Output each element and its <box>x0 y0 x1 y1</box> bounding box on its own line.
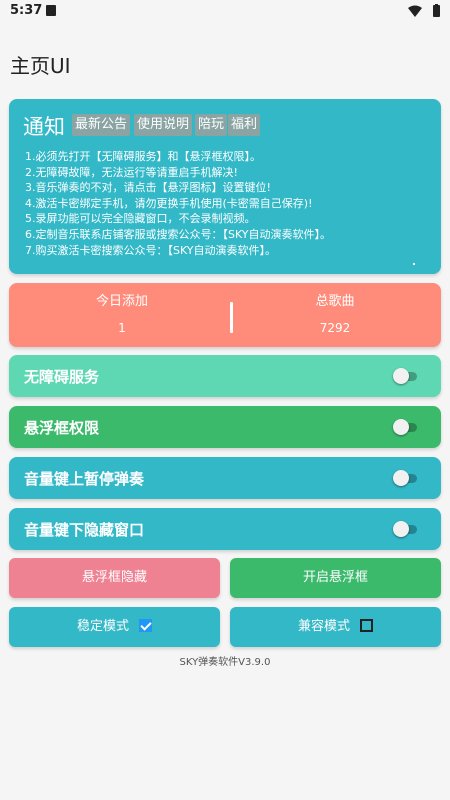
volume-up-pause-row[interactable]: 音量键上暂停弹奏 <box>9 457 441 499</box>
volume-up-pause-label: 音量键上暂停弹奏 <box>24 470 145 488</box>
notice-line: 2.无障碍故障，无法运行等请重启手机解决! <box>25 165 238 179</box>
open-float-button[interactable]: 开启悬浮框 <box>230 558 441 598</box>
today-added-value: 1 <box>118 321 126 335</box>
notice-card: 通知 最新公告 使用说明 陪玩 福利 1.必须先打开【无障碍服务】和【悬浮框权限… <box>9 99 441 274</box>
float-permission-label: 悬浮框权限 <box>24 419 100 437</box>
total-songs-label: 总歌曲 <box>315 294 355 309</box>
notice-title: 通知 <box>23 115 65 139</box>
tag-play-companion[interactable]: 陪玩 <box>195 114 228 136</box>
today-added-label: 今日添加 <box>95 294 148 309</box>
version-footer: SKY弹奏软件V3.9.0 <box>179 657 271 668</box>
total-songs-value: 7292 <box>319 321 351 335</box>
notice-line: 4.激活卡密绑定手机，请勿更换手机使用(卡密需自己保存)! <box>25 196 313 210</box>
hide-float-button[interactable]: 悬浮框隐藏 <box>9 558 220 598</box>
wifi-icon <box>408 5 422 17</box>
notice-lines: 1.必须先打开【无障碍服务】和【悬浮框权限】。 2.无障碍故障，无法运行等请重启… <box>25 149 331 258</box>
notice-line: 5.录屏功能可以完全隐藏窗口，不会录制视频。 <box>25 212 256 226</box>
notice-line: 3.音乐弹奏的不对，请点击【悬浮图标】设置键位! <box>25 181 271 195</box>
float-permission-row[interactable]: 悬浮框权限 <box>9 406 441 448</box>
status-icons <box>408 4 442 18</box>
compat-mode-button[interactable]: 兼容模式 <box>230 607 441 647</box>
scroll-indicator <box>413 263 415 265</box>
compat-mode-checkbox[interactable] <box>360 619 373 632</box>
tag-usage-instructions[interactable]: 使用说明 <box>134 114 193 136</box>
notice-line: 7.购买激活卡密搜索公众号：【SKY自动演奏软件】。 <box>25 243 277 257</box>
volume-down-hide-label: 音量键下隐藏窗口 <box>24 521 145 539</box>
stats-card: 今日添加 1 总歌曲 7292 <box>9 283 441 347</box>
total-songs-stat: 总歌曲 7292 <box>227 293 443 336</box>
compat-mode-label: 兼容模式 <box>297 619 350 634</box>
battery-icon <box>433 5 440 17</box>
today-added-stat: 今日添加 1 <box>14 293 230 336</box>
notification-square-icon <box>46 5 56 16</box>
status-time: 5:37 <box>10 3 43 18</box>
volume-down-hide-switch[interactable] <box>393 521 417 537</box>
stable-mode-checkbox[interactable] <box>139 619 152 632</box>
stable-mode-button[interactable]: 稳定模式 <box>9 607 220 647</box>
float-permission-switch[interactable] <box>393 419 417 435</box>
volume-up-pause-switch[interactable] <box>393 470 417 486</box>
stable-mode-label: 稳定模式 <box>76 619 129 634</box>
volume-down-hide-row[interactable]: 音量键下隐藏窗口 <box>9 508 441 550</box>
accessibility-service-row[interactable]: 无障碍服务 <box>9 355 441 397</box>
accessibility-service-label: 无障碍服务 <box>24 368 100 386</box>
tag-benefits[interactable]: 福利 <box>228 114 261 136</box>
notice-line: 6.定制音乐联系店铺客服或搜索公众号：【SKY自动演奏软件】。 <box>25 227 332 241</box>
page-title: 主页UI <box>10 54 71 78</box>
tag-latest-announcement[interactable]: 最新公告 <box>72 114 131 136</box>
status-bar: 5:37 <box>0 0 450 22</box>
notice-line: 1.必须先打开【无障碍服务】和【悬浮框权限】。 <box>25 150 261 163</box>
accessibility-service-switch[interactable] <box>393 368 417 384</box>
